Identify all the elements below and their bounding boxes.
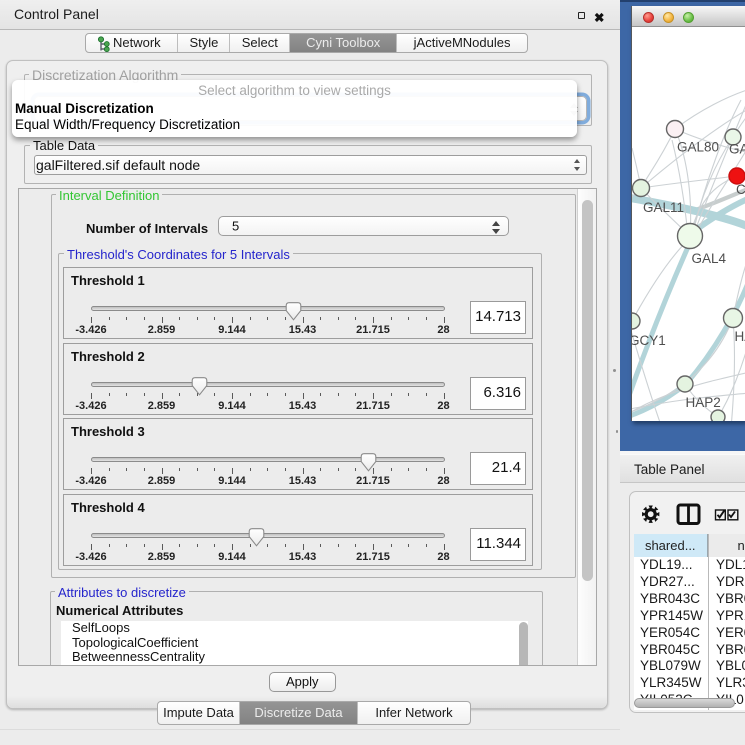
svg-text:GCY1: GCY1: [632, 333, 666, 348]
svg-text:HAP2: HAP2: [686, 395, 721, 410]
svg-text:GAL: GAL: [729, 142, 745, 157]
svg-text:GAL4: GAL4: [692, 251, 727, 266]
svg-text:GAL11: GAL11: [643, 200, 684, 215]
svg-text:GAL80: GAL80: [677, 140, 719, 155]
svg-text:CD: CD: [736, 182, 745, 197]
svg-text:HA: HA: [735, 329, 745, 344]
